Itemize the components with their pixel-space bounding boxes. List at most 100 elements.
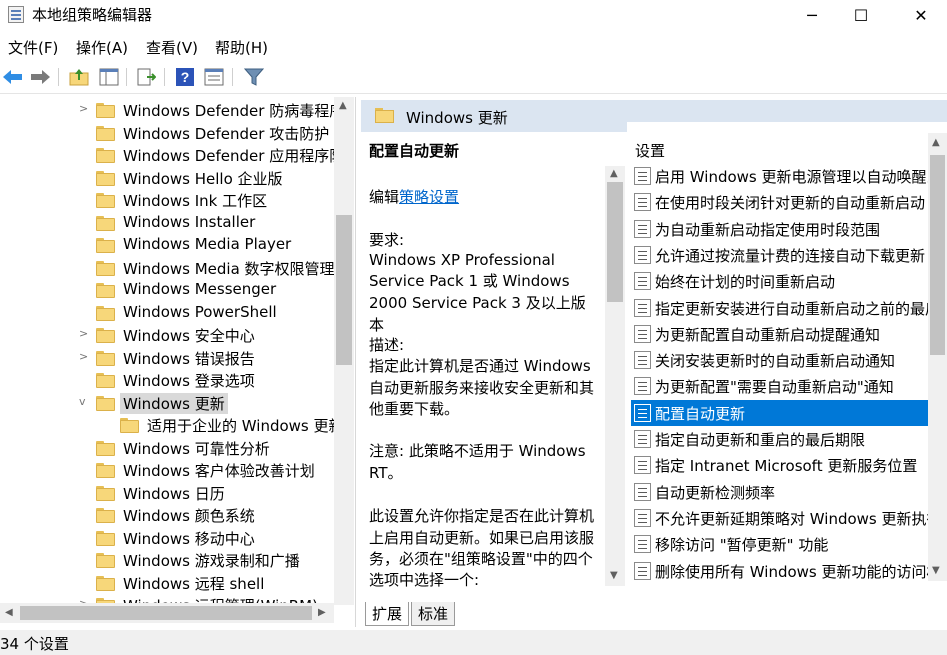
setting-row[interactable]: 允许通过按流量计费的连接自动下载更新 [631,242,943,268]
tree-item[interactable]: > Windows 错误报告 [0,347,336,370]
setting-row[interactable]: 配置自动更新 [631,399,943,426]
tree-scroll-thumb[interactable] [336,215,352,365]
description-scroll-thumb[interactable] [607,182,623,302]
tab-extended[interactable]: 扩展 [365,602,410,626]
setting-row[interactable]: 自动更新检测频率 [631,479,943,505]
tree-item[interactable]: Windows 移动中心 [0,527,336,550]
tree-item[interactable]: Windows Defender 应用程序防 [0,144,344,167]
export-list-icon[interactable] [135,66,157,88]
tree-item[interactable]: Windows Installer [0,212,336,235]
scroll-down-arrow-icon[interactable]: ▼ [610,570,618,581]
tree-item[interactable]: > Windows 安全中心 [0,324,336,347]
tree-item[interactable]: Windows 可靠性分析 [0,437,336,460]
setting-row[interactable]: 指定自动更新和重启的最后期限 [631,426,943,452]
tree-item[interactable]: Windows Media Player [0,234,336,257]
svg-text:?: ? [181,69,190,85]
setting-row[interactable]: 在使用时段关闭针对更新的自动重新启动 [631,189,943,215]
tree-item[interactable]: Windows 游戏录制和广播 [0,549,336,572]
gpedit-window: 本地组策略编辑器 ─ ☐ ✕ 文件(F) 操作(A) 查看(V) 帮助(H) ? [0,0,947,655]
collapse-chevron-icon[interactable]: v [79,395,86,408]
setting-row[interactable]: 指定更新安装进行自动重新启动之前的最后 [631,295,943,321]
paragraph-line: 此设置允许你指定是否在此计算机 [369,507,595,525]
setting-row[interactable]: 删除使用所有 Windows 更新功能的访问权 [631,558,943,584]
forward-arrow-icon[interactable] [29,66,51,88]
status-text: 34 个设置 [0,635,69,653]
tab-standard[interactable]: 标准 [411,602,456,626]
properties-icon[interactable] [203,66,225,88]
expand-chevron-icon[interactable]: > [79,327,88,340]
tree-item[interactable]: Windows 颜色系统 [0,504,336,527]
menu-help[interactable]: 帮助(H) [215,37,268,58]
back-arrow-icon[interactable] [2,66,24,88]
setting-row[interactable]: 关闭安装更新时的自动重新启动通知 [631,347,943,373]
tree-item[interactable]: Windows 远程 shell [0,572,336,595]
tree-item-label: Windows 颜色系统 [123,507,255,525]
description-scrollbar[interactable]: ▲ ▼ [605,166,625,586]
tree-vertical-scrollbar[interactable]: ▲ [334,97,354,605]
scroll-up-arrow-icon[interactable]: ▲ [339,100,347,111]
scroll-left-arrow-icon[interactable]: ◀ [5,607,13,618]
tree-item[interactable]: Windows 客户体验改善计划 [0,459,336,482]
scroll-up-arrow-icon[interactable]: ▲ [610,168,618,179]
setting-row[interactable]: 为自动重新启动指定使用时段范围 [631,216,943,242]
tree-item[interactable]: Windows 日历 [0,482,336,505]
scroll-down-arrow-icon[interactable]: ▼ [932,565,940,576]
view-tabs: 扩展 标准 [361,600,947,628]
menu-bar: 文件(F) 操作(A) 查看(V) 帮助(H) [0,34,947,58]
tree-item-label: Windows 日历 [123,484,225,503]
filter-icon[interactable] [243,66,265,88]
description-line: 他重要下载。 [369,400,460,418]
app-icon [8,6,24,23]
help-icon[interactable]: ? [174,66,196,88]
maximize-button[interactable]: ☐ [838,0,884,30]
tree-item-label: Windows 客户体验改善计划 [123,462,315,480]
tree-item[interactable]: > Windows Defender 防病毒程序 [0,99,344,122]
tree-item-label: 适用于企业的 Windows 更新 [147,417,344,435]
settings-scrollbar[interactable]: ▲ ▼ [928,133,947,581]
setting-row[interactable]: 启用 Windows 更新电源管理以自动唤醒系 [631,163,943,189]
scroll-up-arrow-icon[interactable]: ▲ [932,137,940,148]
policy-setting-icon [634,298,651,317]
menu-file[interactable]: 文件(F) [8,37,58,58]
setting-label: 为更新配置"需要自动重新启动"通知 [655,378,894,397]
setting-row[interactable]: 指定 Intranet Microsoft 更新服务位置 [631,452,943,478]
folder-icon [120,418,139,433]
tree-item[interactable]: 适用于企业的 Windows 更新 [0,414,344,437]
close-button[interactable]: ✕ [898,0,944,30]
settings-scroll-thumb[interactable] [930,155,945,355]
tree-hscroll-thumb[interactable] [20,606,312,620]
folder-icon [375,108,394,123]
folder-icon [96,553,115,568]
menu-action[interactable]: 操作(A) [76,37,128,58]
tree-item[interactable]: Windows Messenger [0,279,336,302]
folder-icon [96,283,115,298]
tree-item[interactable]: v Windows 更新 [0,392,336,415]
scroll-right-arrow-icon[interactable]: ▶ [318,607,326,618]
show-hide-tree-icon[interactable] [98,66,120,88]
setting-row[interactable]: 为更新配置"需要自动重新启动"通知 [631,373,943,399]
tree-item[interactable]: Windows Media 数字权限管理 [0,257,336,280]
tree-item[interactable]: Windows Hello 企业版 [0,167,336,190]
toolbar-separator [232,68,233,86]
toolbar: ? [0,60,947,94]
minimize-button[interactable]: ─ [789,0,835,30]
tree-horizontal-scrollbar[interactable]: ◀ ▶ [0,603,334,623]
tree-item-label: Windows 更新 [120,392,228,414]
setting-row[interactable]: 不允许更新延期策略对 Windows 更新执行 [631,505,943,531]
menu-view[interactable]: 查看(V) [146,37,198,58]
folder-icon [96,463,115,478]
tree-item[interactable]: Windows Defender 攻击防护 [0,122,336,145]
settings-column-header[interactable]: 设置 [635,140,665,161]
up-folder-icon[interactable] [68,66,90,88]
tree-item[interactable]: Windows 登录选项 [0,369,336,392]
expand-chevron-icon[interactable]: > [79,350,88,363]
expand-chevron-icon[interactable]: > [79,102,88,115]
setting-row[interactable]: 始终在计划的时间重新启动 [631,268,943,294]
tree-item-label: Windows Messenger [123,280,277,298]
policy-settings-link[interactable]: 策略设置 [399,188,459,206]
tree-item[interactable]: Windows PowerShell [0,302,336,325]
policy-setting-icon [634,351,651,370]
tree-item[interactable]: Windows Ink 工作区 [0,189,336,212]
setting-row[interactable]: 为更新配置自动重新启动提醒通知 [631,321,943,347]
setting-row[interactable]: 移除访问 "暂停更新" 功能 [631,531,943,557]
